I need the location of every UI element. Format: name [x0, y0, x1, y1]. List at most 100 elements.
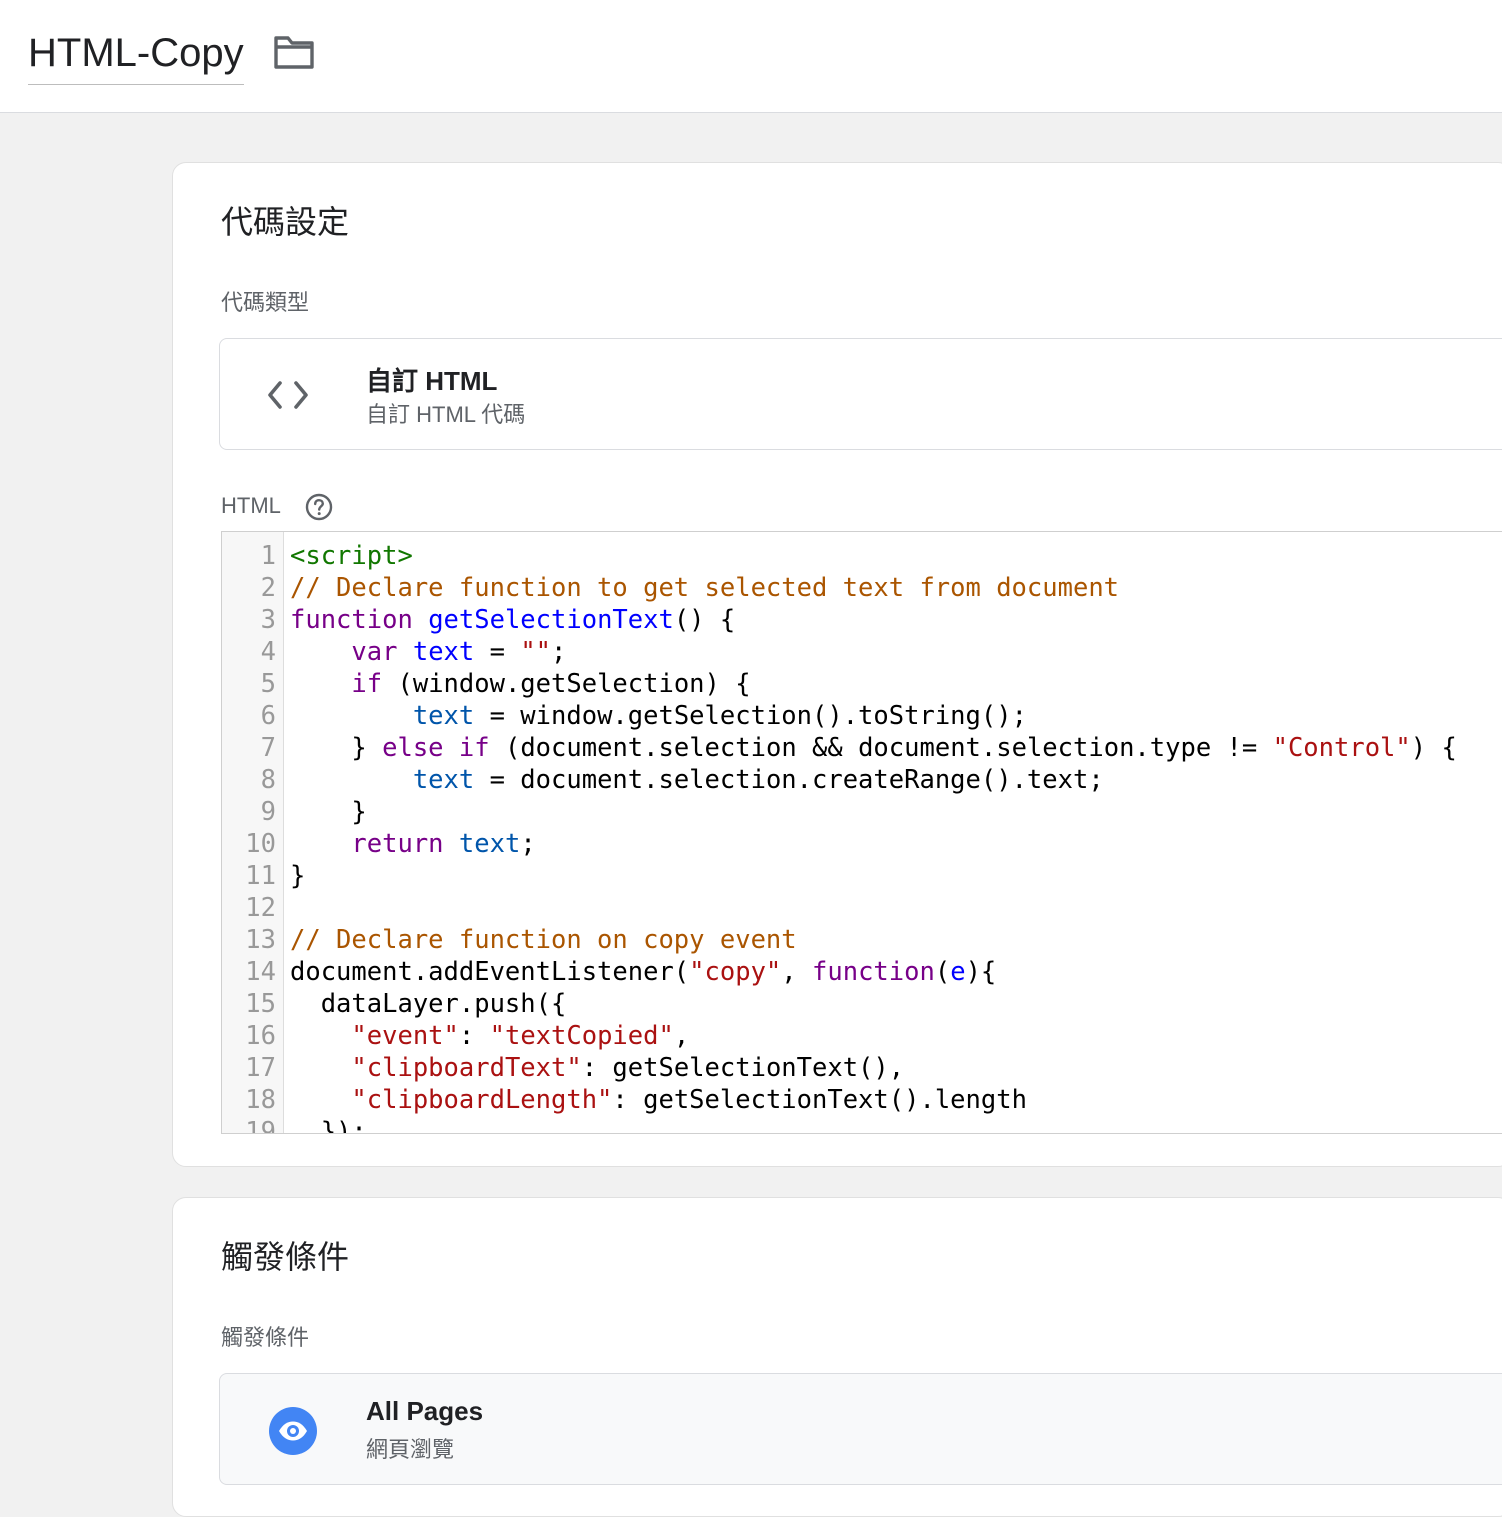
code-token: text: [458, 829, 521, 859]
code-token: }: [290, 797, 367, 827]
code-token: "": [520, 637, 552, 667]
code-token: "event": [351, 1021, 459, 1051]
code-token: // Declare function on copy event: [290, 925, 797, 955]
line-number: 4: [260, 637, 276, 667]
code-token: :: [458, 1021, 490, 1051]
code-token: });: [290, 1117, 367, 1134]
code-line: 18 "clipboardLength": getSelectionText()…: [222, 1084, 1457, 1116]
code-token: }: [290, 861, 306, 891]
code-token: text: [412, 701, 475, 731]
code-line: 5 if (window.getSelection) {: [222, 668, 1457, 700]
code-line: 14 document.addEventListener("copy", func…: [222, 956, 1457, 988]
code-text: // Declare function to get selected text…: [276, 572, 1119, 604]
line-number: 2: [260, 573, 276, 603]
line-number: 12: [245, 893, 276, 923]
code-token: }: [290, 733, 383, 763]
code-token: return: [351, 829, 444, 859]
line-number: 14: [245, 957, 276, 987]
code-token: if: [351, 669, 383, 699]
code-line: 4 var text = "";: [222, 636, 1457, 668]
code-text: dataLayer.push({: [276, 988, 567, 1020]
code-line: 15 dataLayer.push({: [222, 988, 1457, 1020]
line-number: 3: [260, 605, 276, 635]
code-text: var text = "";: [276, 636, 566, 668]
code-token: ){: [965, 957, 997, 987]
triggering-card: 觸發條件 觸發條件 All Pages 網頁瀏覽: [172, 1197, 1502, 1517]
trigger-item-all-pages[interactable]: All Pages 網頁瀏覽: [219, 1373, 1502, 1485]
code-token: "textCopied": [489, 1021, 674, 1051]
code-text: <script>: [276, 540, 413, 572]
line-number: 13: [245, 925, 276, 955]
code-line: 1 <script>: [222, 540, 1457, 572]
code-token: () {: [673, 605, 736, 635]
code-token: (document.selection && document.selectio…: [489, 733, 1273, 763]
code-token: function: [812, 957, 935, 987]
tag-name-field[interactable]: HTML-Copy: [28, 22, 244, 85]
code-text: text = window.getSelection().toString();: [276, 700, 1027, 732]
html-code-editor[interactable]: 1 <script> 2 // Declare function to get sel…: [221, 531, 1502, 1134]
code-token: text: [412, 765, 475, 795]
help-circle-icon[interactable]: [305, 493, 333, 521]
code-line: 3 function getSelectionText() {: [222, 604, 1457, 636]
line-number: 19: [245, 1117, 276, 1134]
tag-type-description: 自訂 HTML 代碼: [366, 402, 526, 427]
code-text: "clipboardLength": getSelectionText().le…: [276, 1084, 1027, 1116]
tag-configuration-card: 代碼設定 代碼類型 自訂 HTML 自訂 HTML 代碼 HTML 1 <scri…: [172, 162, 1502, 1167]
code-token: = window.getSelection().toString();: [474, 701, 1027, 731]
code-line: 7 } else if (document.selection && docum…: [222, 732, 1457, 764]
code-token: = document.selection.createRange().text;: [474, 765, 1104, 795]
code-line: 12: [222, 892, 1457, 924]
code-line: 8 text = document.selection.createRange(…: [222, 764, 1457, 796]
code-text: if (window.getSelection) {: [276, 668, 751, 700]
code-token: ;: [551, 637, 567, 667]
code-text: // Declare function on copy event: [276, 924, 797, 956]
line-number: 8: [260, 765, 276, 795]
code-line: 16 "event": "textCopied",: [222, 1020, 1457, 1052]
trigger-type: 網頁瀏覽: [366, 1437, 455, 1462]
code-token: // Declare function to get selected text…: [290, 573, 1120, 603]
code-token: =: [474, 637, 521, 667]
code-token: : getSelectionText().length: [612, 1085, 1027, 1115]
code-line: 19 });: [222, 1116, 1457, 1134]
top-bar: HTML-Copy: [0, 0, 1502, 113]
tag-type-selector[interactable]: 自訂 HTML 自訂 HTML 代碼: [219, 338, 1502, 450]
tag-type-name: 自訂 HTML: [366, 366, 498, 396]
code-token: "clipboardLength": [351, 1085, 613, 1115]
code-line: 2 // Declare function to get selected tex…: [222, 572, 1457, 604]
code-token: dataLayer.push({: [290, 989, 567, 1019]
line-number: 10: [245, 829, 276, 859]
code-brackets-icon: [268, 381, 308, 409]
code-token: text: [412, 637, 475, 667]
folder-icon[interactable]: [272, 32, 316, 72]
code-token: "copy": [689, 957, 782, 987]
code-token: document.addEventListener(: [290, 957, 690, 987]
line-number: 15: [245, 989, 276, 1019]
html-label: HTML: [221, 493, 281, 518]
code-token: getSelectionText: [428, 605, 674, 635]
tag-name-title[interactable]: HTML-Copy: [28, 24, 244, 82]
code-token: var: [351, 637, 398, 667]
code-token: ,: [781, 957, 813, 987]
trigger-name: All Pages: [366, 1396, 484, 1426]
line-number: 5: [260, 669, 276, 699]
line-number: 18: [245, 1085, 276, 1115]
code-text: "event": "textCopied",: [276, 1020, 689, 1052]
line-number: 9: [260, 797, 276, 827]
code-text: document.addEventListener("copy", functi…: [276, 956, 996, 988]
line-number: 16: [245, 1021, 276, 1051]
line-number: 7: [260, 733, 276, 763]
code-token: ) {: [1410, 733, 1457, 763]
code-token: <script>: [290, 541, 413, 571]
code-token: if: [458, 733, 490, 763]
code-line: 6 text = window.getSelection().toString(…: [222, 700, 1457, 732]
tag-configuration-heading: 代碼設定: [221, 204, 350, 240]
code-token: (window.getSelection) {: [382, 669, 751, 699]
